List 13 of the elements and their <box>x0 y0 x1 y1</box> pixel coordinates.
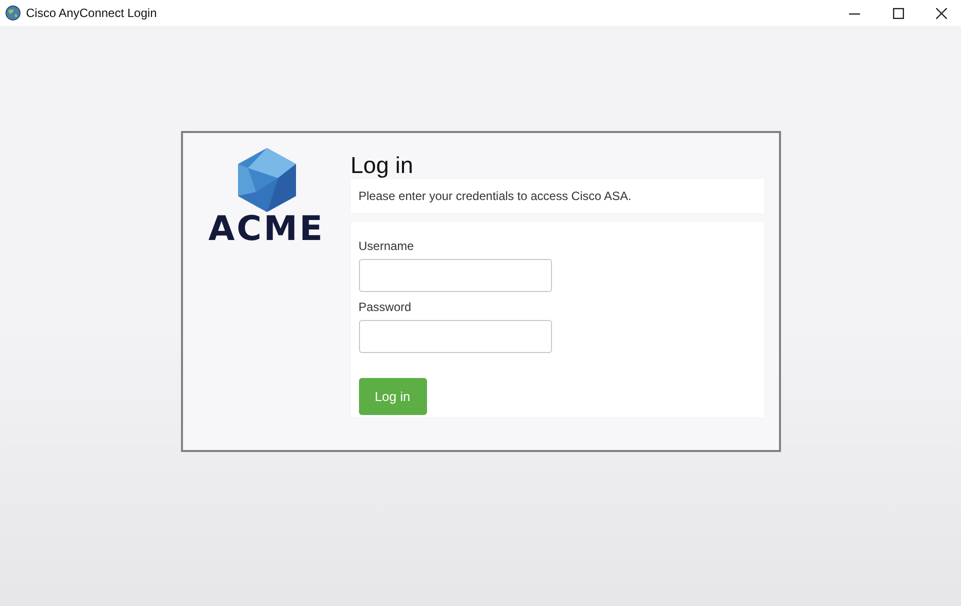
instructions-text: Please enter your credentials to access Cisco ASA. <box>350 179 764 213</box>
hexagon-logo-icon <box>238 148 296 212</box>
login-button[interactable]: Log in <box>358 378 426 415</box>
close-icon[interactable] <box>936 8 947 18</box>
window-title: Cisco AnyConnect Login <box>26 5 157 22</box>
globe-icon <box>5 5 21 21</box>
maximize-icon[interactable] <box>893 8 904 18</box>
input-field[interactable] <box>358 259 552 292</box>
input-field[interactable] <box>358 320 552 353</box>
logo-wordmark: ACME <box>208 212 325 246</box>
field-label: Username <box>358 238 415 255</box>
login-heading: Log in <box>350 151 414 179</box>
field-label: Password <box>358 299 412 316</box>
